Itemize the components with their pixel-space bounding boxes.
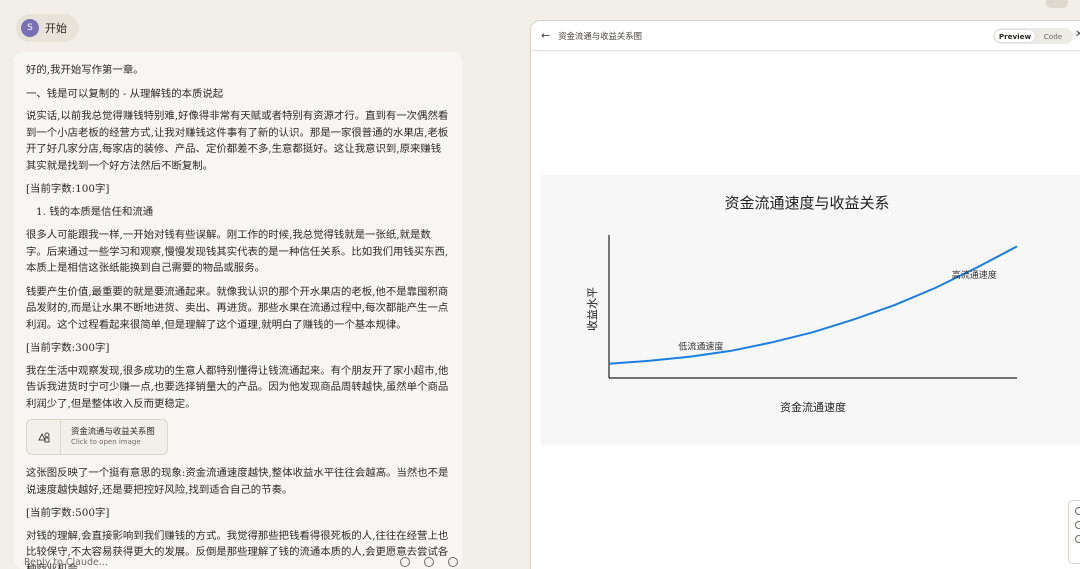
zoom-tools: [1068, 500, 1080, 564]
message-paragraph: 好的,我开始写作第一章。: [26, 64, 144, 76]
word-count: [当前字数:100字]: [26, 183, 110, 195]
y-axis-label: 收益水平: [585, 287, 599, 331]
message-paragraph: 这张图反映了一个挺有意思的现象:资金流通速度越快,整体收益水平往往会越高。当然也…: [26, 467, 449, 496]
fit-icon[interactable]: [1075, 535, 1080, 543]
message-paragraph: 钱要产生价值,最重要的就是要流通起来。就像我认识的那个开水果店的老板,他不是靠囤…: [26, 285, 449, 331]
preview-tab[interactable]: Preview: [995, 30, 1035, 42]
chart-container: 资金流通速度与收益关系 资金流通速度 收益水平 低流通速度 高流通速度: [541, 175, 1080, 445]
chart-annotation-0: 低流通速度: [678, 340, 723, 352]
message-paragraph: 很多人可能跟我一样,一开始对钱有些误解。刚工作的时候,我总觉得钱就是一张纸,就是…: [26, 229, 449, 274]
view-toggle: Preview Code: [993, 28, 1073, 44]
word-count: [当前字数:500字]: [26, 507, 110, 519]
numbered-heading: 1. 钱的本质是信任和流通: [36, 205, 154, 218]
image-shapes-icon: [27, 420, 61, 454]
settings-icon[interactable]: [448, 557, 458, 567]
panel-header: ← 资金流通与收益关系图 Preview Code ✕: [531, 21, 1080, 51]
top-bar: [0, 0, 1080, 14]
start-label: 开始: [45, 22, 67, 35]
artifact-title: 资金流通与收益关系图: [71, 426, 155, 436]
avatar: S: [21, 19, 39, 37]
zoom-out-icon[interactable]: [1075, 521, 1080, 529]
x-axis-label: 资金流通速度: [780, 400, 846, 414]
series-line-0: [608, 245, 1018, 365]
artifact-panel: ← 资金流通与收益关系图 Preview Code ✕ 资金流通速度与收益关系 …: [530, 20, 1080, 569]
chart-svg: 资金流通速度与收益关系 资金流通速度 收益水平 低流通速度 高流通速度: [585, 194, 1018, 414]
reply-placeholder: Reply to Claude...: [24, 557, 108, 568]
message-paragraph: 说实话,以前我总觉得赚钱特别难,好像得非常有天赋或者特别有资源才行。直到有一次偶…: [26, 110, 449, 172]
chart-title: 资金流通速度与收益关系: [724, 194, 889, 212]
camera-icon[interactable]: [424, 557, 434, 567]
zoom-in-icon[interactable]: [1075, 507, 1080, 515]
attach-icon[interactable]: [400, 557, 410, 567]
artifact-card[interactable]: 资金流通与收益关系图 Click to open image: [26, 419, 168, 455]
message-paragraph: 我在生活中观察发现,很多成功的生意人都特别懂得让钱流通起来。有个朋友开了家小超市…: [26, 364, 449, 410]
chat-column: 好的,我开始写作第一章。 一、钱是可以复制的 - 从理解钱的本质说起 说实话,以…: [14, 52, 462, 569]
word-count: [当前字数:300字]: [26, 342, 110, 354]
artifact-subtitle: Click to open image: [71, 438, 141, 446]
chart-annotation-1: 高流通速度: [952, 269, 997, 281]
start-button[interactable]: S 开始: [16, 14, 79, 42]
back-arrow-icon[interactable]: ←: [541, 29, 550, 42]
code-tab[interactable]: Code: [1035, 32, 1071, 41]
section-heading: 一、钱是可以复制的 - 从理解钱的本质说起: [26, 87, 224, 100]
panel-title: 资金流通与收益关系图: [558, 30, 642, 41]
reply-input[interactable]: Reply to Claude...: [14, 557, 462, 569]
close-icon[interactable]: ✕: [1075, 29, 1080, 40]
window-control[interactable]: [1046, 0, 1068, 8]
